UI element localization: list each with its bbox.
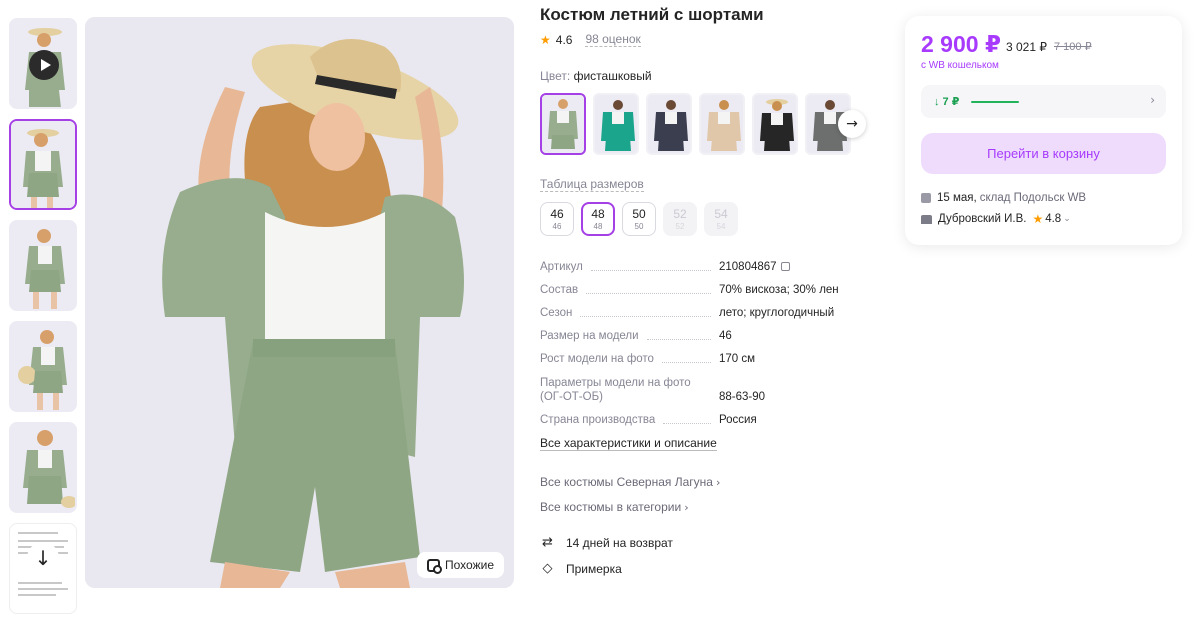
arrow-down-icon[interactable]: ↓ bbox=[27, 542, 59, 574]
thumbnail-4[interactable] bbox=[9, 321, 77, 412]
spec-value: Россия bbox=[719, 414, 757, 426]
seller-info[interactable]: Дубровский И.В. ★ 4.8 ⌄ bbox=[921, 212, 1071, 226]
delivery-place: склад Подольск WB bbox=[979, 192, 1087, 204]
fitting-label: Примерка bbox=[566, 561, 622, 576]
spec-value: 170 см bbox=[719, 353, 756, 365]
thumbnail-5[interactable] bbox=[9, 422, 77, 513]
spec-name: Рост модели на фото bbox=[540, 353, 654, 365]
price-history-button[interactable]: ↓ 7 ₽ › bbox=[921, 85, 1166, 118]
color-swatches bbox=[540, 93, 851, 155]
swatch-navy[interactable] bbox=[646, 93, 692, 155]
delivery-date: 15 мая, bbox=[937, 192, 977, 204]
size-option-48[interactable]: 48 48 bbox=[581, 202, 615, 236]
thumbnail-size-chart[interactable]: ↓ bbox=[9, 523, 77, 614]
rating-value: 4.6 bbox=[555, 32, 573, 47]
category-suits-label: Все костюмы в категории bbox=[540, 500, 682, 514]
thumbnail-selected[interactable] bbox=[9, 119, 77, 210]
star-icon: ★ bbox=[540, 32, 551, 47]
size-option-52: 52 52 bbox=[663, 202, 697, 236]
size-table-link[interactable]: Таблица размеров bbox=[540, 177, 644, 192]
price-without-wallet: 3 021 ₽ bbox=[1006, 40, 1047, 54]
spec-row: Страна производства Россия bbox=[540, 413, 860, 428]
thumbnail-3[interactable] bbox=[9, 220, 77, 311]
go-to-cart-button[interactable]: Перейти в корзину bbox=[921, 133, 1166, 174]
wallet-note[interactable]: с WB кошельком bbox=[921, 60, 999, 71]
size-option-50[interactable]: 50 50 bbox=[622, 202, 656, 236]
brand-suits-label: Все костюмы Северная Лагуна bbox=[540, 475, 713, 489]
play-icon[interactable] bbox=[29, 50, 59, 80]
spec-name: Размер на модели bbox=[540, 330, 639, 342]
swatch-emerald[interactable] bbox=[593, 93, 639, 155]
color-label: Цвет: bbox=[540, 69, 571, 83]
chevron-right-icon: › bbox=[684, 501, 689, 514]
rating-row: ★ 4.6 98 оценок bbox=[540, 32, 641, 47]
star-icon: ★ bbox=[1032, 212, 1044, 226]
copy-icon[interactable] bbox=[780, 262, 790, 271]
main-product-image[interactable]: Похожие bbox=[85, 17, 514, 588]
similar-button[interactable]: Похожие bbox=[417, 552, 504, 578]
spec-value: лето; круглогодичный bbox=[719, 307, 835, 319]
search-similar-icon bbox=[427, 558, 443, 574]
similar-label: Похожие bbox=[445, 558, 494, 572]
price-card: 2 900 ₽ 3 021 ₽ 7 100 ₽ с WB кошельком ↓… bbox=[905, 16, 1182, 245]
swatch-black[interactable] bbox=[752, 93, 798, 155]
price-current: 2 900 ₽ bbox=[921, 31, 1001, 57]
seller-name[interactable]: Дубровский И.В. bbox=[938, 213, 1026, 225]
spec-value: 88-63-90 bbox=[719, 391, 766, 403]
reviews-link[interactable]: 98 оценок bbox=[585, 32, 641, 47]
tag-icon: ◇ bbox=[542, 561, 553, 576]
category-suits-link[interactable]: Все костюмы в категории › bbox=[540, 500, 689, 514]
chevron-right-icon: › bbox=[1150, 93, 1155, 107]
box-icon bbox=[921, 193, 931, 203]
spec-name: Параметры модели на фото (ОГ-ОТ-ОБ) bbox=[540, 376, 691, 404]
spec-name: Артикул bbox=[540, 261, 583, 273]
spec-value: 46 bbox=[719, 330, 732, 342]
spec-name: Состав bbox=[540, 284, 579, 296]
size-selector: 46 46 48 48 50 50 52 52 54 54 bbox=[540, 202, 738, 236]
spec-row: Артикул 210804867 bbox=[540, 260, 860, 275]
brand-suits-link[interactable]: Все костюмы Северная Лагуна › bbox=[540, 475, 720, 489]
thumbnail-video[interactable] bbox=[9, 18, 77, 109]
spec-row: Состав 70% вискоза; 30% лен bbox=[540, 283, 860, 298]
color-label-row: Цвет: фисташковый bbox=[540, 69, 652, 83]
spec-name: Страна производства bbox=[540, 414, 656, 426]
spec-value: 70% вискоза; 30% лен bbox=[719, 284, 839, 296]
color-value: фисташковый bbox=[573, 69, 652, 83]
thumbnail-list: ↓ bbox=[9, 18, 79, 620]
return-label: 14 дней на возврат bbox=[566, 535, 673, 550]
swatch-pistachio[interactable] bbox=[540, 93, 586, 155]
spec-row: Сезон лето; круглогодичный bbox=[540, 306, 860, 321]
spec-row: Параметры модели на фото (ОГ-ОТ-ОБ) 88-6… bbox=[540, 375, 860, 405]
delivery-info: 15 мая, склад Подольск WB bbox=[921, 192, 1086, 204]
all-characteristics-link[interactable]: Все характеристики и описание bbox=[540, 436, 717, 451]
chevron-right-icon: › bbox=[715, 476, 721, 489]
seller-rating: 4.8 bbox=[1045, 213, 1062, 225]
spec-row: Размер на модели 46 bbox=[540, 329, 860, 344]
arrow-right-icon[interactable]: → bbox=[838, 110, 866, 138]
spec-name: Сезон bbox=[540, 307, 573, 319]
shop-icon bbox=[921, 214, 932, 224]
spec-row: Рост модели на фото 170 см bbox=[540, 352, 860, 367]
product-title: Костюм летний с шортами bbox=[540, 5, 764, 24]
fitting-option: ◇ Примерка bbox=[540, 561, 622, 576]
price-history-sparkline bbox=[971, 101, 1019, 103]
chevron-down-icon[interactable]: ⌄ bbox=[1063, 214, 1071, 224]
return-icon: ⇄ bbox=[542, 535, 553, 550]
size-option-46[interactable]: 46 46 bbox=[540, 202, 574, 236]
spec-value: 210804867 bbox=[719, 261, 777, 273]
size-option-54: 54 54 bbox=[704, 202, 738, 236]
specs-table: Артикул 210804867 Состав 70% вискоза; 30… bbox=[540, 260, 860, 436]
return-policy: ⇄ 14 дней на возврат bbox=[540, 535, 673, 550]
price-old: 7 100 ₽ bbox=[1054, 41, 1092, 53]
swatch-beige[interactable] bbox=[699, 93, 745, 155]
price-drop: ↓ 7 ₽ bbox=[934, 96, 960, 108]
